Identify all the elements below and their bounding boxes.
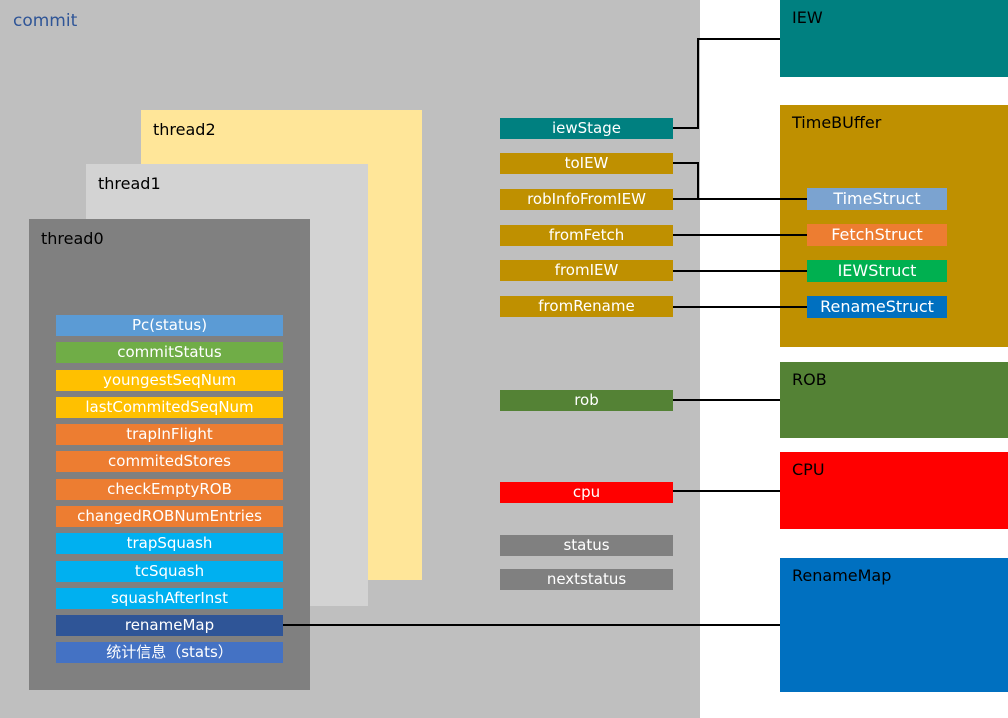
connector-lines xyxy=(283,38,807,626)
line-toiew-timestruct xyxy=(673,162,807,200)
line-iewstage-iew xyxy=(673,38,780,129)
